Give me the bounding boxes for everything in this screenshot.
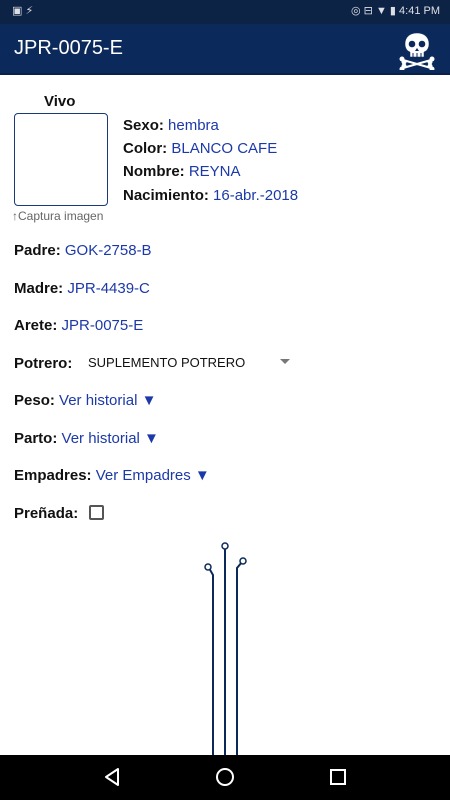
color-row: Color: BLANCO CAFE — [123, 140, 277, 157]
padre-row: Padre: GOK-2758-B — [14, 242, 152, 259]
parto-label: Parto: — [14, 430, 58, 447]
nombre-row: Nombre: REYNA — [123, 163, 241, 180]
back-icon[interactable] — [101, 766, 123, 788]
nombre-value: REYNA — [188, 163, 241, 180]
sexo-label: Sexo: — [123, 117, 164, 134]
empadres-link[interactable]: Ver Empadres ▼ — [96, 467, 210, 484]
color-label: Color: — [123, 140, 168, 157]
decorative-lines-graphic — [204, 542, 247, 755]
dropdown-arrow-icon[interactable] — [280, 359, 290, 364]
parto-row: Parto: Ver historial ▼ — [14, 430, 159, 447]
status-bar: ▣ ⚡ ◎ ⊟ ▼ ▮ 4:41 PM — [0, 0, 450, 24]
arete-label: Arete: — [14, 317, 58, 334]
status-time: 4:41 PM — [399, 5, 440, 17]
app-bar: JPR-0075-E — [0, 24, 450, 75]
parto-history-link[interactable]: Ver historial ▼ — [62, 430, 159, 447]
photo-placeholder[interactable] — [14, 113, 108, 206]
sexo-row: Sexo: hembra — [123, 117, 219, 134]
status-right-group: ◎ ⊟ ▼ ▮ 4:41 PM — [351, 4, 440, 17]
padre-value[interactable]: GOK-2758-B — [65, 242, 152, 259]
peso-label: Peso: — [14, 392, 55, 409]
madre-row: Madre: JPR-4439-C — [14, 280, 150, 297]
sexo-value: hembra — [168, 117, 219, 134]
potrero-label: Potrero: — [14, 355, 73, 372]
peso-row: Peso: Ver historial ▼ — [14, 392, 156, 409]
status-right-icons: ◎ ⊟ ▼ ▮ — [351, 5, 396, 17]
prenada-row: Preñada: — [14, 505, 78, 522]
system-nav-bar — [0, 755, 450, 800]
status-label: Vivo — [44, 93, 76, 110]
peso-history-link[interactable]: Ver historial ▼ — [59, 392, 156, 409]
status-left-icons: ▣ ⚡ — [12, 5, 34, 17]
arete-value: JPR-0075-E — [61, 317, 144, 334]
madre-label: Madre: — [14, 280, 64, 297]
home-icon[interactable] — [214, 766, 236, 788]
skull-crossbones-icon[interactable] — [398, 30, 436, 70]
nacimiento-row: Nacimiento: 16-abr.-2018 — [123, 187, 298, 204]
padre-label: Padre: — [14, 242, 61, 259]
nacimiento-label: Nacimiento: — [123, 187, 209, 204]
app-title: JPR-0075-E — [14, 37, 123, 59]
madre-value[interactable]: JPR-4439-C — [67, 280, 150, 297]
nombre-label: Nombre: — [123, 163, 185, 180]
color-value: BLANCO CAFE — [171, 140, 278, 157]
recents-icon[interactable] — [327, 766, 349, 788]
arete-row: Arete: JPR-0075-E — [14, 317, 143, 334]
empadres-label: Empadres: — [14, 467, 92, 484]
empadres-row: Empadres: Ver Empadres ▼ — [14, 467, 210, 484]
prenada-checkbox[interactable] — [89, 505, 104, 520]
potrero-select[interactable]: SUPLEMENTO POTRERO — [88, 355, 245, 370]
prenada-label: Preñada: — [14, 505, 79, 522]
capture-image-link[interactable]: ↑Captura imagen — [12, 209, 103, 223]
potrero-row: Potrero: — [14, 355, 72, 372]
nacimiento-value: 16-abr.-2018 — [213, 187, 299, 204]
